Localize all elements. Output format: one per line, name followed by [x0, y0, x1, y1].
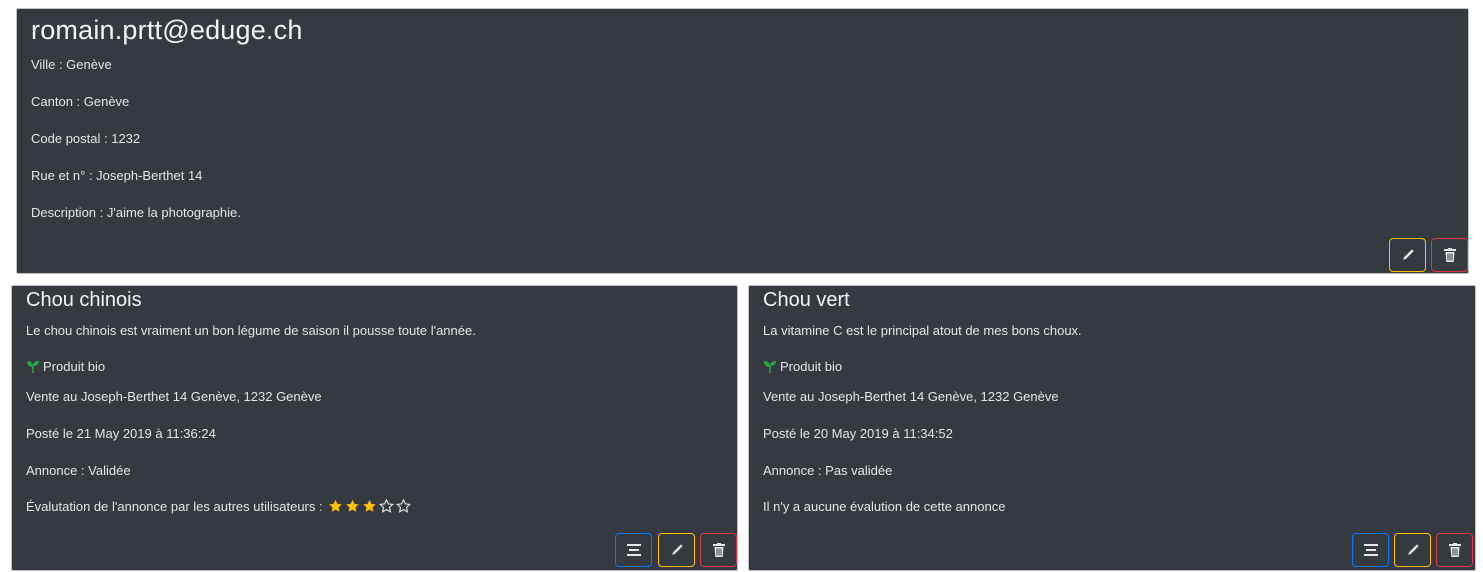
bio-badge: Produit bio: [763, 359, 842, 374]
star-outline-icon: [379, 499, 395, 513]
edit-listing-button[interactable]: [658, 533, 695, 567]
delete-profile-button[interactable]: [1431, 238, 1468, 272]
edit-listing-button[interactable]: [1394, 533, 1431, 567]
listing-status: Annonce : Pas validée: [763, 463, 893, 478]
trash-icon: [712, 543, 725, 557]
listing-card: Chou chinois Le chou chinois est vraimen…: [11, 285, 738, 571]
pencil-icon: [1407, 544, 1419, 555]
star-filled-icon: [363, 499, 377, 512]
profile-email: romain.prtt@eduge.ch: [31, 15, 303, 45]
bio-label: Produit bio: [43, 359, 106, 374]
profile-canton: Canton : Genève: [31, 94, 130, 109]
listing-details-button[interactable]: [1352, 533, 1389, 567]
delete-listing-button[interactable]: [700, 533, 737, 567]
listing-description: La vitamine C est le principal atout de …: [763, 323, 1082, 338]
bio-badge: Produit bio: [26, 359, 105, 374]
profile-code-postal: Code postal : 1232: [31, 131, 141, 146]
star-filled-icon: [346, 499, 360, 512]
listing-location: Vente au Joseph-Berthet 14 Genève, 1232 …: [763, 389, 1059, 404]
sprout-icon: [764, 361, 776, 373]
list-icon: [1363, 544, 1378, 556]
pencil-icon: [671, 544, 683, 555]
rating-label: Évalutation de l'annonce par les autres …: [26, 499, 323, 514]
listing-rating: Évalutation de l'annonce par les autres …: [26, 499, 412, 514]
listing-title: Chou chinois: [26, 289, 142, 311]
star-filled-icon: [329, 499, 343, 512]
star-outline-icon: [396, 499, 412, 513]
listing-rating-text: Il n'y a aucune évalution de cette annon…: [763, 499, 1006, 514]
listing-posted: Posté le 20 May 2019 à 11:34:52: [763, 426, 953, 441]
listing-description: Le chou chinois est vraiment un bon légu…: [26, 323, 476, 338]
listing-details-button[interactable]: [615, 533, 652, 567]
list-icon: [626, 544, 641, 556]
trash-icon: [1448, 543, 1461, 557]
pencil-icon: [1402, 249, 1414, 260]
listing-location: Vente au Joseph-Berthet 14 Genève, 1232 …: [26, 389, 322, 404]
listing-card: Chou vert La vitamine C est le principal…: [748, 285, 1476, 571]
profile-ville: Ville : Genève: [31, 57, 112, 72]
trash-icon: [1443, 248, 1456, 262]
listing-title: Chou vert: [763, 289, 850, 311]
sprout-icon: [27, 361, 39, 373]
profile-rue: Rue et n° : Joseph-Berthet 14: [31, 168, 203, 183]
listing-status: Annonce : Validée: [26, 463, 131, 478]
delete-listing-button[interactable]: [1436, 533, 1473, 567]
rating-stars: [326, 499, 412, 514]
profile-card: romain.prtt@eduge.ch Ville : Genève Cant…: [16, 8, 1469, 274]
listing-posted: Posté le 21 May 2019 à 11:36:24: [26, 426, 216, 441]
edit-profile-button[interactable]: [1389, 238, 1426, 272]
bio-label: Produit bio: [780, 359, 843, 374]
profile-description: Description : J'aime la photographie.: [31, 205, 241, 220]
